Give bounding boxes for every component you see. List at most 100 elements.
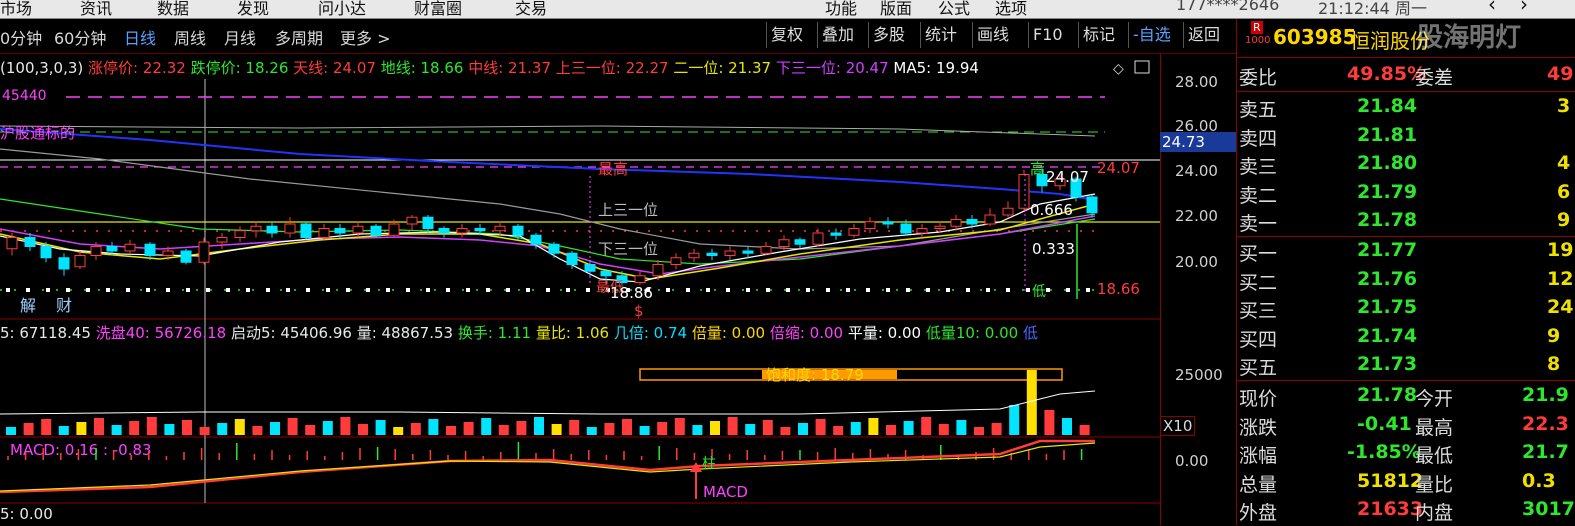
candle[interactable] (456, 224, 468, 238)
volume-bar (1009, 405, 1020, 435)
candle[interactable] (234, 226, 246, 242)
period-tab-4[interactable]: 月线 (224, 25, 256, 49)
candle[interactable] (882, 217, 894, 229)
volume-bar (938, 424, 949, 435)
menu-item-10[interactable]: 选项 (995, 0, 1027, 18)
candle[interactable] (318, 224, 330, 240)
period-tab-1[interactable]: 60分钟 (54, 25, 106, 49)
candle[interactable] (1086, 194, 1098, 218)
ground-dot (886, 288, 890, 292)
candle[interactable] (830, 228, 842, 240)
ground-dot (826, 288, 830, 292)
menu-item-6[interactable]: 交易 (515, 0, 547, 18)
menu-item-2[interactable]: 数据 (157, 0, 189, 18)
candle[interactable] (724, 246, 736, 261)
period-tab-0[interactable]: 0分钟 (0, 25, 42, 49)
candle[interactable] (266, 221, 278, 238)
bid-volume: 9 (1547, 324, 1561, 347)
ground-dot (786, 288, 790, 292)
volume-value-0: 5: 67118.45 (0, 324, 96, 342)
candle[interactable] (864, 217, 876, 233)
toolbar-button-1[interactable]: 叠加 (817, 22, 858, 48)
candle[interactable] (548, 242, 560, 258)
candle[interactable] (812, 228, 824, 247)
volume-bar (428, 419, 439, 435)
period-tab-5[interactable]: 多周期 (275, 25, 323, 49)
back-arrow-icon[interactable]: ‹ (1488, 0, 1496, 16)
menu-item-4[interactable]: 问小达 (318, 0, 366, 18)
menu-item-3[interactable]: 发现 (237, 0, 269, 18)
candle[interactable] (916, 224, 928, 238)
candle[interactable] (848, 224, 860, 238)
volume-bar (974, 427, 984, 435)
menu-item-11[interactable]: 177****2646 (1176, 0, 1279, 14)
candle[interactable] (742, 246, 754, 258)
menu-item-7[interactable]: 功能 (825, 0, 857, 18)
toolbar-button-8[interactable]: 返回 (1183, 22, 1224, 48)
toolbar-button-4[interactable]: 画线 (972, 22, 1013, 48)
diamond-icon[interactable]: ◇ (1113, 61, 1124, 77)
label-0666: 0.666 (1030, 201, 1073, 219)
period-tab-3[interactable]: 周线 (174, 25, 206, 49)
toolbar-button-7[interactable]: -自选 (1128, 22, 1175, 48)
candle[interactable] (198, 237, 210, 265)
volume-bar (745, 424, 756, 435)
toolbar-button-0[interactable]: 复权 (766, 22, 807, 48)
candle[interactable] (794, 237, 806, 249)
candle[interactable] (300, 221, 312, 240)
candle[interactable] (670, 253, 682, 269)
weicha-label: 委差 (1415, 67, 1454, 89)
ground-dot (986, 288, 990, 292)
forward-arrow-icon[interactable]: › (1520, 0, 1528, 16)
ground-dot (846, 288, 850, 292)
candle[interactable] (984, 208, 996, 227)
x10-label[interactable]: X10 (1160, 416, 1196, 436)
candle[interactable] (760, 242, 772, 256)
menu-item-1[interactable]: 资讯 (80, 0, 112, 18)
volume-value-9: 平量: 0.00 (848, 324, 926, 342)
toolbar-button-6[interactable]: 标记 (1078, 22, 1119, 48)
candle[interactable] (1018, 170, 1030, 211)
menu-item-12[interactable]: 21:12:44 周一 (1318, 0, 1427, 18)
candle[interactable] (422, 215, 434, 233)
toolbar-button-5[interactable]: F10 (1028, 22, 1067, 48)
candle[interactable] (634, 271, 646, 285)
ground-dot (486, 288, 490, 292)
toolbar-button-3[interactable]: 统计 (920, 22, 961, 48)
candle[interactable] (1002, 201, 1014, 218)
candle[interactable] (438, 226, 450, 238)
volume-bar (762, 420, 773, 435)
toolbar-button-2[interactable]: 多股 (868, 22, 909, 48)
label-shangsan: 上三一位 (598, 201, 658, 219)
candle[interactable] (58, 253, 70, 276)
top-menu-bar: 市场 资讯 数据 发现 问小达 财富圈 交易 功能 版面 公式 选项 177****2646 21:12… (0, 0, 1575, 19)
window-icon[interactable] (1134, 60, 1150, 74)
candle[interactable] (688, 248, 700, 263)
kline-chart[interactable]: (100,3,0,3) 涨停价: 22.32 跌停价: 18.26 天线: 24… (0, 54, 1160, 525)
bid-row-2: 买三 21.75 24 (1237, 296, 1575, 324)
candle[interactable] (124, 239, 136, 254)
menu-item-9[interactable]: 公式 (938, 0, 970, 18)
menu-item-8[interactable]: 版面 (880, 0, 912, 18)
candle[interactable] (706, 248, 718, 260)
candle[interactable] (250, 221, 262, 238)
volume-bar (798, 423, 808, 435)
candle[interactable] (406, 215, 418, 231)
code-badge: 1000 (1245, 35, 1271, 46)
candle[interactable] (180, 248, 192, 265)
ground-dot (806, 288, 810, 292)
candle[interactable] (284, 217, 296, 238)
candle[interactable] (370, 224, 382, 238)
candle[interactable] (494, 221, 506, 236)
candle[interactable] (216, 233, 228, 249)
candle[interactable] (74, 251, 86, 269)
menu-item-0[interactable]: 市场 (0, 0, 32, 18)
label-0333: 0.333 (1032, 240, 1075, 258)
price-tick-3: 22.00 (1175, 207, 1218, 225)
period-tab-6[interactable]: 更多 > (340, 25, 391, 49)
period-tab-2[interactable]: 日线 (124, 25, 156, 49)
ask-label: 卖五 (1239, 99, 1278, 121)
volume-bar (903, 421, 914, 435)
watermark-text: 沪股通标的 (0, 124, 75, 142)
menu-item-5[interactable]: 财富圈 (414, 0, 462, 18)
